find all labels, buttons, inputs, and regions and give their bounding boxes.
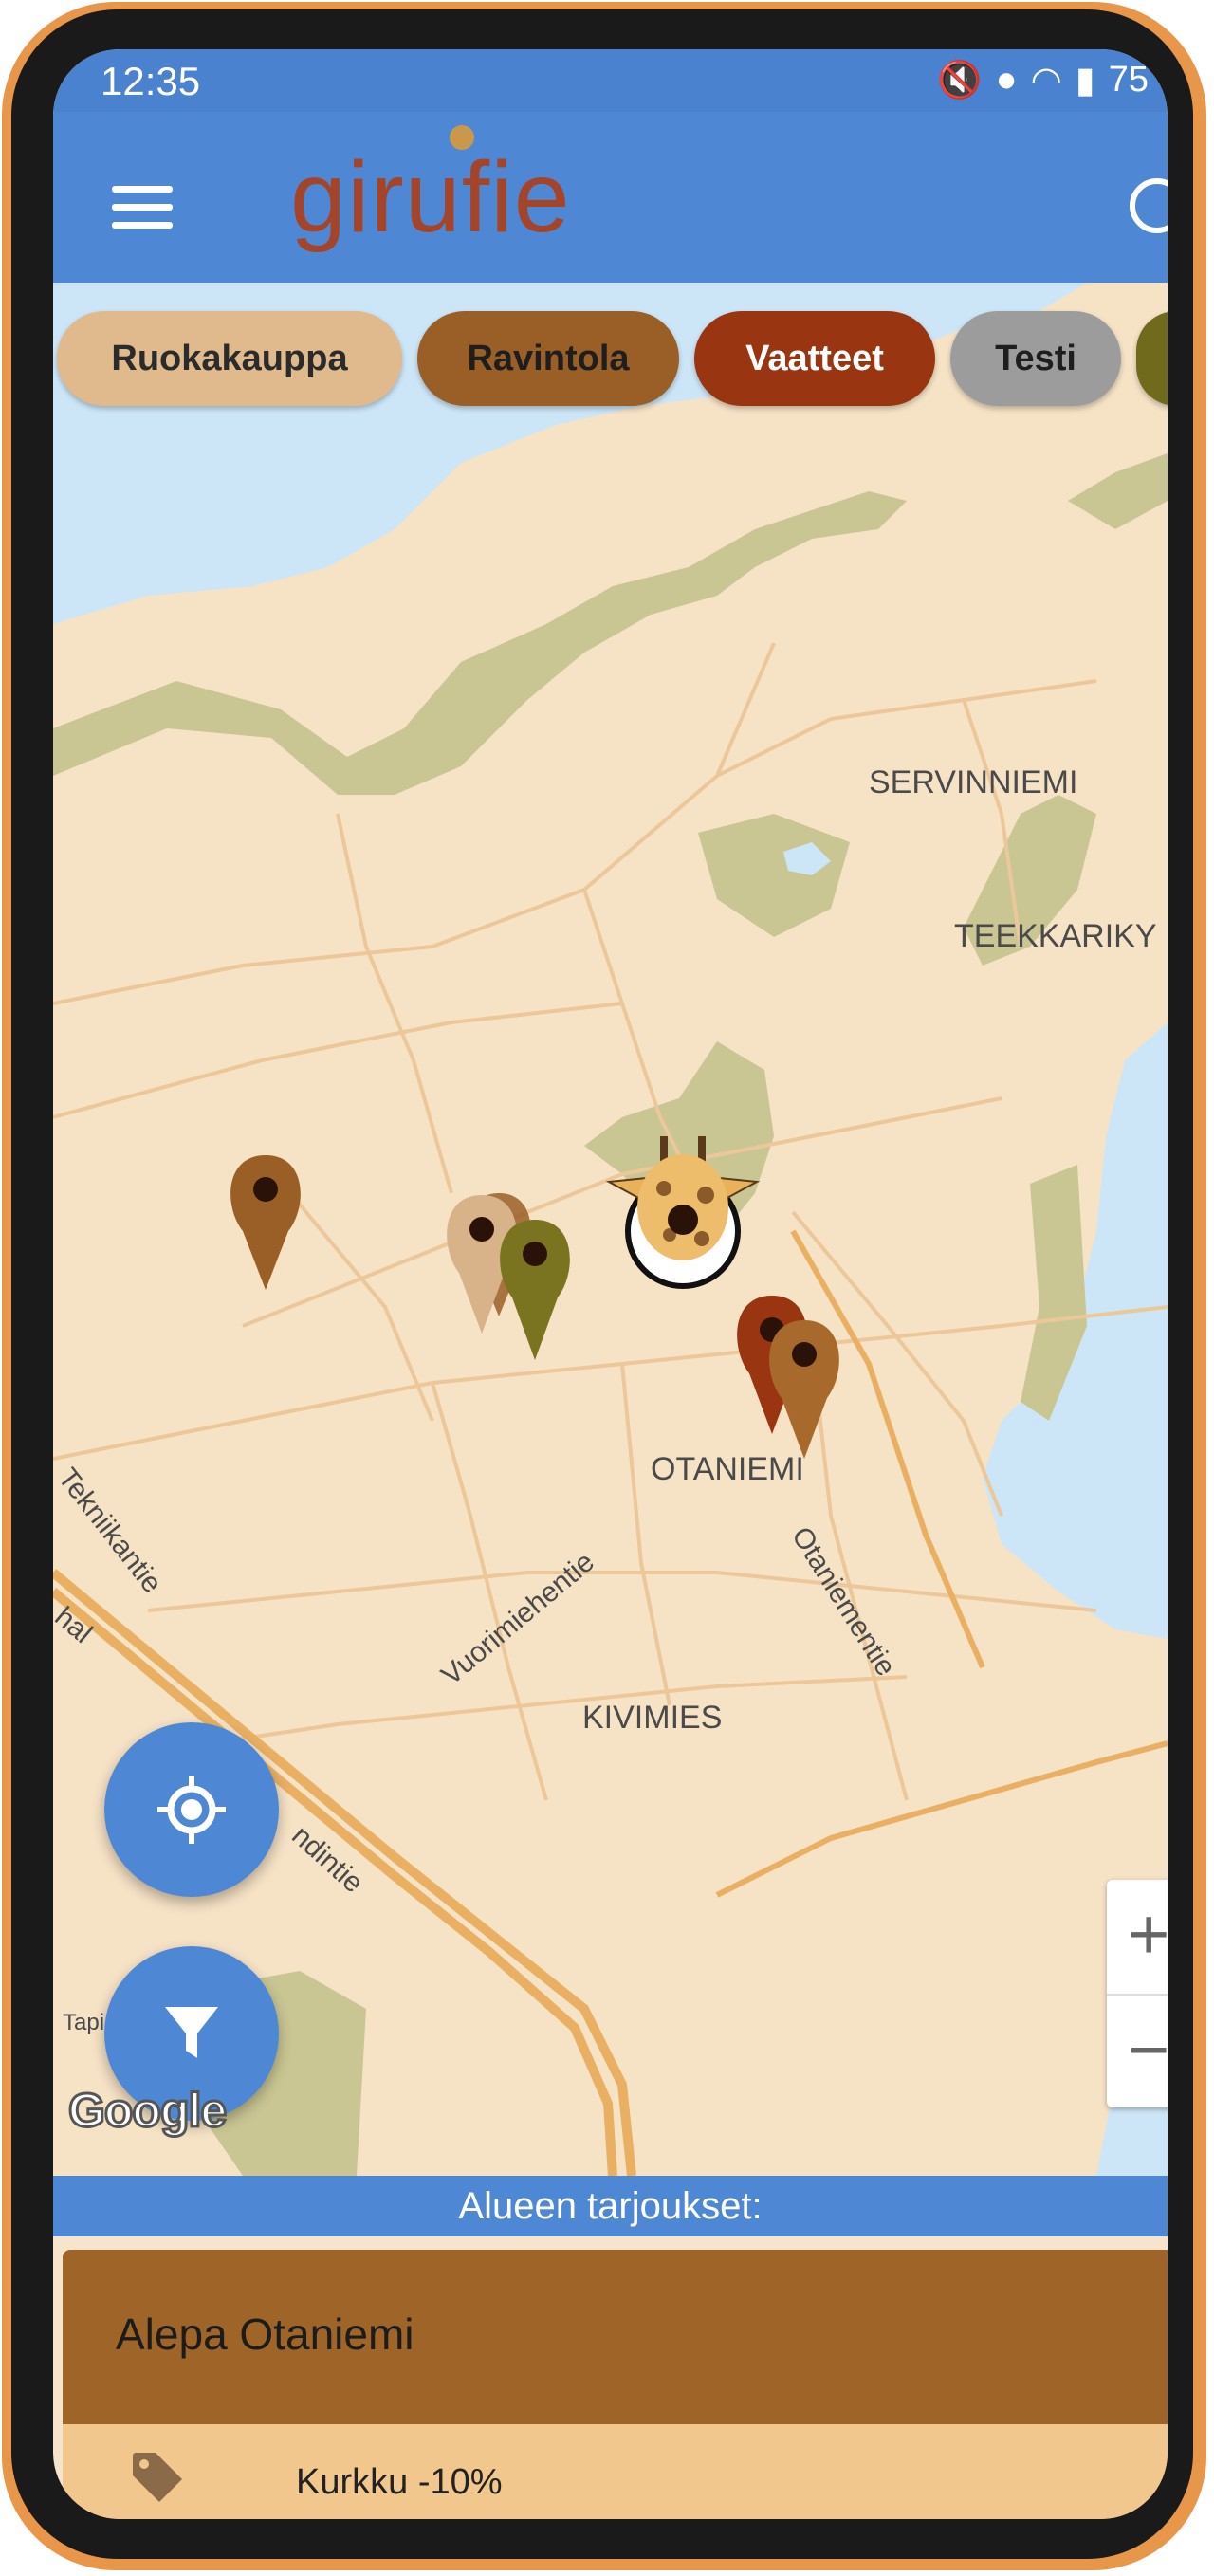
store-card[interactable]: Alepa Otaniemi [63,2250,1168,2424]
status-bar: 12:35 🔇 ● ◠ ▮ 75 [53,49,1168,112]
app-screen: SERVINNIEMI TEEKKARIKY OTANIEMI KIVIMIES… [53,49,1168,2519]
label-servinniemi: SERVINNIEMI [869,764,1077,800]
chip-ravintola[interactable]: Ravintola [417,311,679,406]
status-icons: 🔇 ● ◠ ▮ 75 [937,59,1149,101]
gps-locate-icon [157,1776,226,1844]
chip-vaatteet[interactable]: Vaatteet [694,311,935,406]
google-attribution: Google [66,2083,228,2139]
label-otaniemi: OTANIEMI [651,1451,804,1487]
battery-level: 75 [1108,60,1149,100]
category-chips: Ruokakauppa Ravintola Vaatteet Testi [57,311,1168,406]
mute-icon: 🔇 [937,60,983,101]
label-teekkarikyla: TEEKKARIKY [954,918,1157,954]
price-tag-icon [133,2453,182,2502]
status-time: 12:35 [101,59,201,103]
zoom-out-button[interactable]: − [1107,1996,1168,2109]
hamburger-menu-icon[interactable] [112,186,173,230]
app-logo: girufie [290,141,571,253]
app-bar: girufie [53,112,1168,283]
zoom-in-button[interactable]: + [1107,1880,1168,1996]
zoom-controls: + − [1107,1880,1168,2107]
wifi-icon: ◠ [1030,61,1062,101]
store-name: Alepa Otaniemi [116,2309,414,2359]
search-icon[interactable] [1130,178,1168,233]
filter-funnel-icon [165,2007,218,2058]
chip-more[interactable] [1136,311,1168,406]
offer-item-label: Kurkku -10% [296,2462,503,2502]
locate-button[interactable] [104,1722,279,1897]
chip-ruokakauppa[interactable]: Ruokakauppa [57,311,402,406]
signal-icon: ▮ [1075,61,1095,101]
label-kivimies: KIVIMIES [582,1700,722,1736]
offers-header: Alueen tarjoukset: [53,2176,1168,2236]
chip-testi[interactable]: Testi [950,311,1121,406]
location-icon: ● [995,60,1018,100]
offer-item[interactable]: Kurkku -10% [63,2424,1168,2519]
